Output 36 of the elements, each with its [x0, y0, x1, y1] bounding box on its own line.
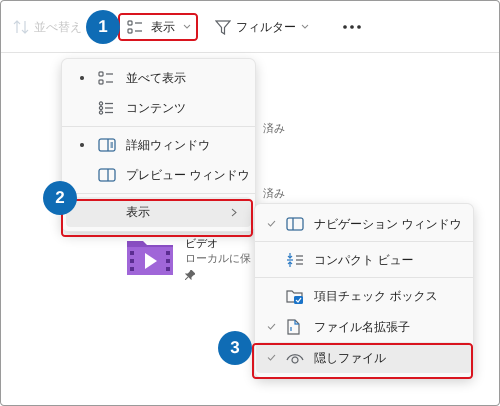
- caret-icon: [301, 24, 309, 29]
- details-pane-icon: [98, 138, 116, 152]
- filter-icon: [215, 18, 231, 34]
- menu-item[interactable]: 項目チェック ボックス: [256, 280, 472, 311]
- toolbar-button[interactable]: 表示: [123, 14, 195, 38]
- sort-icon: [13, 20, 29, 34]
- file-icon: [286, 318, 300, 334]
- folder-checkbox-icon: [286, 288, 304, 304]
- menu-item[interactable]: ファイル名拡張子: [256, 311, 472, 342]
- menu-item[interactable]: 詳細ウィンドウ: [66, 130, 251, 160]
- check-icon: [266, 354, 276, 361]
- list-view-icon: [98, 71, 114, 85]
- compact-view-icon: [286, 252, 304, 268]
- pane-icon: [98, 168, 116, 182]
- menu-item[interactable]: コンパクト ビュー: [256, 244, 472, 275]
- step-number-badge: 1: [86, 10, 120, 44]
- menu-item[interactable]: 表示: [66, 197, 251, 227]
- menu-item[interactable]: ナビゲーション ウィンドウ: [256, 208, 472, 239]
- menu-item[interactable]: 並べて表示: [66, 63, 251, 93]
- list-view-icon: [127, 20, 143, 34]
- more-icon: [343, 24, 361, 28]
- item-detail: ローカルに保: [185, 252, 251, 267]
- status-text: 済み: [263, 122, 285, 137]
- caret-icon: [183, 24, 191, 29]
- toolbar-button[interactable]: フィルター: [213, 14, 311, 38]
- content-view-icon: [98, 101, 114, 115]
- check-icon: [266, 220, 276, 227]
- pane-icon: [286, 216, 304, 230]
- status-text: 済み: [263, 186, 285, 202]
- item-name: ビデオ: [185, 237, 219, 252]
- step-number-badge: 3: [218, 331, 252, 365]
- menu-item[interactable]: 隠しファイル: [256, 342, 472, 373]
- chevron-right-icon: [231, 208, 237, 216]
- step-number-badge: 2: [43, 181, 77, 215]
- check-icon: [266, 323, 276, 330]
- menu-item[interactable]: コンテンツ: [66, 93, 251, 123]
